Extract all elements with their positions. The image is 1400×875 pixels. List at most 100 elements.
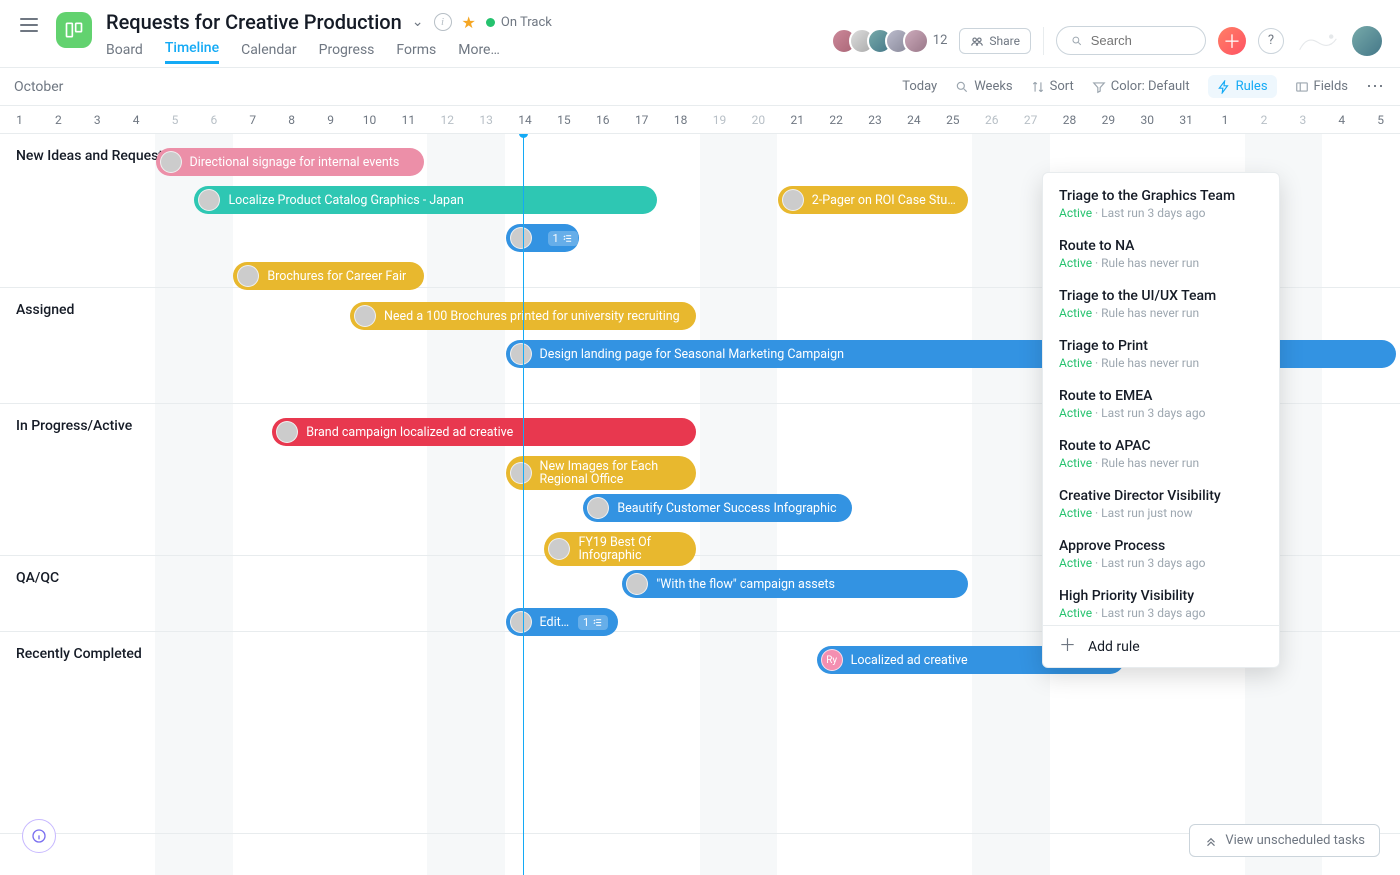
task-title: New Images for Each Regional Office — [540, 460, 686, 486]
search-icon — [1071, 34, 1083, 48]
today-marker — [523, 134, 524, 875]
assignee-avatar — [354, 305, 376, 327]
day-header: 3 — [78, 106, 117, 133]
day-header: 9 — [311, 106, 350, 133]
trial-illustration — [1296, 27, 1340, 55]
rule-item[interactable]: Route to NAActive · Rule has never run — [1043, 229, 1279, 279]
task-title: Directional signage for internal events — [190, 155, 400, 170]
chevrons-up-icon — [1204, 834, 1218, 848]
tab-timeline[interactable]: Timeline — [165, 40, 219, 64]
day-header: 5 — [156, 106, 195, 133]
search-input[interactable] — [1091, 33, 1191, 48]
section-label[interactable]: Recently Completed — [16, 646, 142, 662]
day-header: 24 — [894, 106, 933, 133]
status-text[interactable]: On Track — [501, 15, 552, 30]
rule-item[interactable]: Route to APACActive · Rule has never run — [1043, 429, 1279, 479]
day-header: 20 — [739, 106, 778, 133]
assignee-avatar — [782, 189, 804, 211]
divider — [1043, 27, 1044, 55]
fields-icon — [1295, 80, 1309, 94]
status-dot — [486, 18, 495, 27]
task-bar[interactable]: Brand campaign localized ad creative — [272, 418, 696, 446]
info-fab[interactable] — [22, 819, 56, 853]
section-label[interactable]: Assigned — [16, 302, 74, 318]
rule-item[interactable]: Route to EMEAActive · Last run 3 days ag… — [1043, 379, 1279, 429]
day-header: 19 — [700, 106, 739, 133]
task-title: 2-Pager on ROI Case Study — [812, 193, 958, 208]
project-title[interactable]: Requests for Creative Production — [106, 10, 402, 34]
day-header: 6 — [194, 106, 233, 133]
task-title: Brochures for Career Fair — [267, 269, 406, 284]
day-header: 21 — [778, 106, 817, 133]
tab-board[interactable]: Board — [106, 42, 143, 64]
day-header: 16 — [583, 106, 622, 133]
task-title: Localized ad creative — [851, 653, 968, 668]
share-button[interactable]: Share — [959, 28, 1031, 54]
day-header: 15 — [544, 106, 583, 133]
section-label[interactable]: In Progress/Active — [16, 418, 132, 434]
color-button[interactable]: Color: Default — [1092, 79, 1190, 94]
tab-more[interactable]: More… — [458, 42, 500, 64]
favorite-star-icon[interactable]: ★ — [462, 13, 476, 32]
user-avatar[interactable] — [1352, 26, 1382, 56]
day-header: 8 — [272, 106, 311, 133]
task-bar[interactable]: Beautify Customer Success Infographic — [583, 494, 851, 522]
add-rule-button[interactable]: ＋ Add rule — [1043, 625, 1279, 667]
info-icon[interactable]: i — [434, 13, 452, 31]
today-button[interactable]: Today — [902, 79, 937, 94]
task-bar[interactable]: FY19 Best Of Infographic — [544, 532, 696, 566]
help-button[interactable]: ? — [1258, 28, 1284, 54]
search-box[interactable] — [1056, 26, 1206, 55]
sort-icon — [1031, 80, 1045, 94]
section-label[interactable]: QA/QC — [16, 570, 59, 586]
rule-item[interactable]: Creative Director VisibilityActive · Las… — [1043, 479, 1279, 529]
project-menu-chevron[interactable]: ⌄ — [412, 14, 424, 30]
rule-item[interactable]: Approve ProcessActive · Last run 3 days … — [1043, 529, 1279, 579]
assignee-avatar — [510, 343, 532, 365]
day-header: 3 — [1283, 106, 1322, 133]
task-bar[interactable]: Brochures for Career Fair — [233, 262, 423, 290]
day-header: 27 — [1011, 106, 1050, 133]
menu-toggle[interactable] — [16, 10, 42, 40]
task-bar[interactable]: "With the flow" campaign assets — [622, 570, 968, 598]
zoom-select[interactable]: Weeks — [955, 79, 1012, 94]
rules-button[interactable]: Rules — [1208, 75, 1277, 98]
project-members[interactable]: 12 — [831, 28, 948, 54]
section-label[interactable]: New Ideas and Requests — [16, 148, 170, 164]
day-header: 18 — [661, 106, 700, 133]
tab-calendar[interactable]: Calendar — [241, 42, 297, 64]
day-header: 11 — [389, 106, 428, 133]
assignee-avatar — [510, 227, 532, 249]
rule-item[interactable]: Triage to the UI/UX TeamActive · Rule ha… — [1043, 279, 1279, 329]
zoom-icon — [955, 80, 969, 94]
member-count: 12 — [933, 33, 948, 48]
month-label: October — [14, 79, 63, 95]
day-header: 5 — [1361, 106, 1400, 133]
day-header: 17 — [622, 106, 661, 133]
member-avatar[interactable] — [903, 28, 929, 54]
subtask-badge: 1 — [548, 231, 578, 246]
task-title: Beautify Customer Success Infographic — [617, 501, 836, 516]
filter-icon — [1092, 80, 1106, 94]
view-unscheduled-button[interactable]: View unscheduled tasks — [1189, 824, 1380, 857]
rule-item[interactable]: Triage to PrintActive · Rule has never r… — [1043, 329, 1279, 379]
task-bar[interactable]: B f1 — [506, 224, 580, 252]
rules-dropdown: Triage to the Graphics TeamActive · Last… — [1042, 172, 1280, 668]
rule-item[interactable]: High Priority VisibilityActive · Last ru… — [1043, 579, 1279, 625]
task-bar[interactable]: Localize Product Catalog Graphics - Japa… — [194, 186, 657, 214]
tab-progress[interactable]: Progress — [319, 42, 375, 64]
sort-button[interactable]: Sort — [1031, 79, 1074, 94]
assignee-avatar — [548, 538, 570, 560]
assignee-avatar: Ry — [821, 649, 843, 671]
task-bar[interactable]: 2-Pager on ROI Case Study — [778, 186, 968, 214]
task-bar[interactable]: New Images for Each Regional Office — [506, 456, 696, 490]
fields-button[interactable]: Fields — [1295, 79, 1348, 94]
more-menu[interactable]: ⋯ — [1366, 76, 1386, 97]
task-bar[interactable]: Directional signage for internal events — [156, 148, 424, 176]
add-button[interactable]: ＋ — [1218, 27, 1246, 55]
rule-item[interactable]: Triage to the Graphics TeamActive · Last… — [1043, 179, 1279, 229]
add-rule-label: Add rule — [1088, 639, 1140, 655]
tab-forms[interactable]: Forms — [396, 42, 436, 64]
project-icon[interactable] — [56, 12, 92, 48]
day-header: 1 — [0, 106, 39, 133]
